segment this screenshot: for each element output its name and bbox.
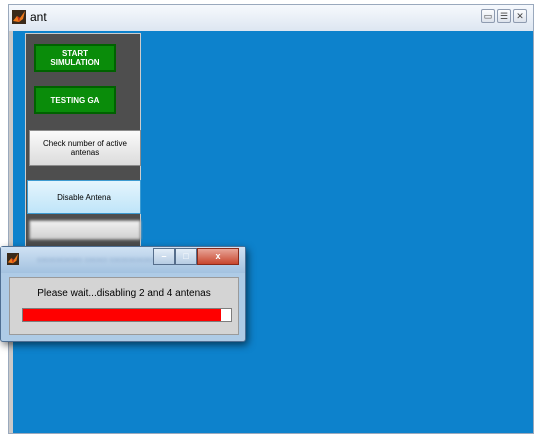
maximize-icon: □: [183, 251, 189, 261]
progress-dialog: ▭▭▭▭▭▭ ▭▭▭ ▭▭▭▭▭▭▭ ▭▭▭▭▭▭▭ – □ x Please …: [0, 246, 246, 342]
testing-ga-button[interactable]: TESTING GA: [34, 86, 116, 114]
matlab-icon: [12, 10, 26, 24]
start-simulation-button[interactable]: START SIMULATION: [34, 44, 116, 72]
close-icon: x: [215, 251, 221, 261]
dialog-minimize-button[interactable]: –: [153, 248, 175, 265]
window-controls: ▭ ☰ ✕: [481, 9, 527, 23]
dialog-close-button[interactable]: x: [197, 248, 239, 265]
close-button[interactable]: ✕: [513, 9, 527, 23]
progress-bar: [22, 308, 232, 322]
obscured-button[interactable]: [29, 220, 141, 240]
screen: ant ▭ ☰ ✕ START SIMULATION TESTING GA Ch…: [0, 0, 536, 434]
minimize-icon: ▭: [483, 11, 493, 21]
maximize-icon: ☰: [499, 11, 509, 21]
minimize-button[interactable]: ▭: [481, 9, 495, 23]
minimize-icon: –: [161, 251, 167, 261]
close-icon: ✕: [516, 11, 524, 21]
matlab-icon: [7, 253, 19, 265]
progress-bar-fill: [23, 309, 221, 321]
main-titlebar[interactable]: ant ▭ ☰ ✕: [9, 5, 533, 31]
dialog-body: Please wait...disabling 2 and 4 antenas: [9, 277, 239, 335]
dialog-controls: – □ x: [153, 248, 239, 265]
dialog-maximize-button[interactable]: □: [175, 248, 197, 265]
disable-antena-button[interactable]: Disable Antena: [27, 180, 141, 214]
window-title: ant: [30, 10, 47, 24]
wait-message: Please wait...disabling 2 and 4 antenas: [37, 288, 211, 299]
check-active-antenas-button[interactable]: Check number of active antenas: [29, 130, 141, 166]
dialog-titlebar[interactable]: ▭▭▭▭▭▭ ▭▭▭ ▭▭▭▭▭▭▭ ▭▭▭▭▭▭▭ – □ x: [1, 247, 245, 273]
main-window: ant ▭ ☰ ✕ START SIMULATION TESTING GA Ch…: [8, 4, 534, 434]
maximize-button[interactable]: ☰: [497, 9, 511, 23]
